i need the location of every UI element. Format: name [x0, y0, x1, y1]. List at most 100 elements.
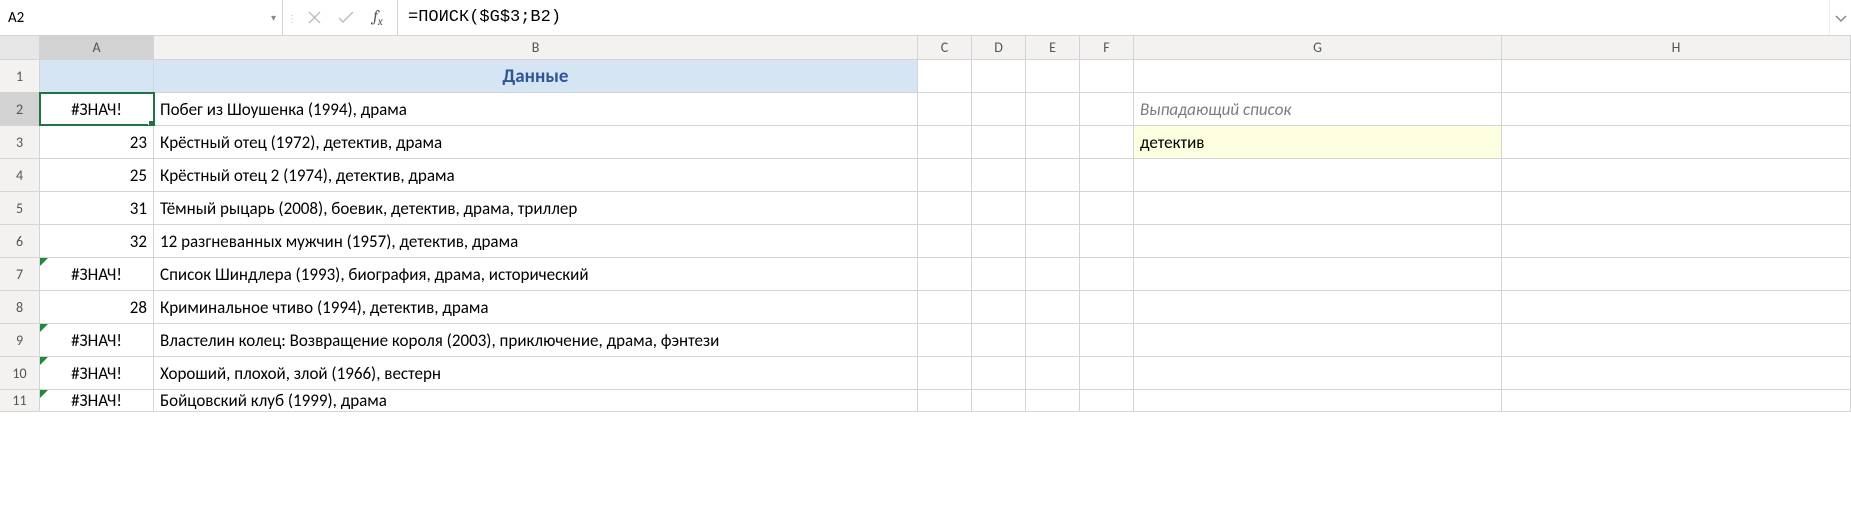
cell-B11[interactable]: Бойцовский клуб (1999), драма — [154, 390, 918, 411]
row-header[interactable]: 7 — [0, 258, 40, 290]
cell-A10[interactable]: #ЗНАЧ! — [40, 357, 154, 389]
col-header-D[interactable]: D — [972, 36, 1026, 59]
cell-C7[interactable] — [918, 258, 972, 290]
row-header[interactable]: 1 — [0, 60, 40, 92]
cell-H3[interactable] — [1502, 126, 1851, 158]
cell-B3[interactable]: Крёстный отец (1972), детектив, драма — [154, 126, 918, 158]
cell-F7[interactable] — [1080, 258, 1134, 290]
cell-C2[interactable] — [918, 93, 972, 125]
row-header[interactable]: 11 — [0, 390, 40, 411]
cell-A5[interactable]: 31 — [40, 192, 154, 224]
cell-C4[interactable] — [918, 159, 972, 191]
col-header-H[interactable]: H — [1502, 36, 1851, 59]
cell-D4[interactable] — [972, 159, 1026, 191]
row-header[interactable]: 5 — [0, 192, 40, 224]
row-header[interactable]: 10 — [0, 357, 40, 389]
name-box-dropdown-icon[interactable]: ▾ — [271, 11, 276, 24]
row-header[interactable]: 9 — [0, 324, 40, 356]
col-header-A[interactable]: A — [40, 36, 154, 59]
cell-H5[interactable] — [1502, 192, 1851, 224]
cell-C3[interactable] — [918, 126, 972, 158]
cell-G2[interactable]: Выпадающий список — [1134, 93, 1502, 125]
row-header[interactable]: 8 — [0, 291, 40, 323]
col-header-F[interactable]: F — [1080, 36, 1134, 59]
expand-formula-bar-button[interactable] — [1829, 0, 1851, 35]
cell-D9[interactable] — [972, 324, 1026, 356]
cell-H7[interactable] — [1502, 258, 1851, 290]
cell-G9[interactable] — [1134, 324, 1502, 356]
cell-C1[interactable] — [918, 60, 972, 92]
cell-A6[interactable]: 32 — [40, 225, 154, 257]
cell-E7[interactable] — [1026, 258, 1080, 290]
cell-B6[interactable]: 12 разгневанных мужчин (1957), детектив,… — [154, 225, 918, 257]
cell-G5[interactable] — [1134, 192, 1502, 224]
cell-D8[interactable] — [972, 291, 1026, 323]
cell-D2[interactable] — [972, 93, 1026, 125]
cell-H8[interactable] — [1502, 291, 1851, 323]
cell-B9[interactable]: Властелин колец: Возвращение короля (200… — [154, 324, 918, 356]
cell-F9[interactable] — [1080, 324, 1134, 356]
cell-C9[interactable] — [918, 324, 972, 356]
insert-function-button[interactable]: fx — [363, 5, 393, 31]
cell-F1[interactable] — [1080, 60, 1134, 92]
name-box-input[interactable] — [8, 9, 274, 27]
cell-E2[interactable] — [1026, 93, 1080, 125]
cell-H2[interactable] — [1502, 93, 1851, 125]
cell-G11[interactable] — [1134, 390, 1502, 411]
cell-H9[interactable] — [1502, 324, 1851, 356]
cell-G8[interactable] — [1134, 291, 1502, 323]
cell-F10[interactable] — [1080, 357, 1134, 389]
cell-H4[interactable] — [1502, 159, 1851, 191]
cell-E5[interactable] — [1026, 192, 1080, 224]
cell-F3[interactable] — [1080, 126, 1134, 158]
cell-E9[interactable] — [1026, 324, 1080, 356]
cell-B10[interactable]: Хороший, плохой, злой (1966), вестерн — [154, 357, 918, 389]
cell-F5[interactable] — [1080, 192, 1134, 224]
cell-B8[interactable]: Криминальное чтиво (1994), детектив, дра… — [154, 291, 918, 323]
cell-G3[interactable]: детектив — [1134, 126, 1502, 158]
cell-G10[interactable] — [1134, 357, 1502, 389]
cell-H10[interactable] — [1502, 357, 1851, 389]
col-header-C[interactable]: C — [918, 36, 972, 59]
cell-F8[interactable] — [1080, 291, 1134, 323]
cell-H11[interactable] — [1502, 390, 1851, 411]
cell-A8[interactable]: 28 — [40, 291, 154, 323]
cell-D6[interactable] — [972, 225, 1026, 257]
cell-F6[interactable] — [1080, 225, 1134, 257]
cell-B7[interactable]: Список Шиндлера (1993), биография, драма… — [154, 258, 918, 290]
row-header[interactable]: 6 — [0, 225, 40, 257]
cell-B2[interactable]: Побег из Шоушенка (1994), драма — [154, 93, 918, 125]
cell-E11[interactable] — [1026, 390, 1080, 411]
name-box[interactable]: ▾ — [0, 0, 283, 35]
cell-C8[interactable] — [918, 291, 972, 323]
cell-A3[interactable]: 23 — [40, 126, 154, 158]
col-header-E[interactable]: E — [1026, 36, 1080, 59]
cell-E6[interactable] — [1026, 225, 1080, 257]
cell-F4[interactable] — [1080, 159, 1134, 191]
cell-C11[interactable] — [918, 390, 972, 411]
cell-G1[interactable] — [1134, 60, 1502, 92]
cell-E10[interactable] — [1026, 357, 1080, 389]
cell-D11[interactable] — [972, 390, 1026, 411]
cell-H6[interactable] — [1502, 225, 1851, 257]
col-header-B[interactable]: B — [154, 36, 918, 59]
enter-button[interactable] — [331, 5, 361, 31]
row-header[interactable]: 4 — [0, 159, 40, 191]
row-header[interactable]: 2 — [0, 93, 40, 125]
formula-input[interactable] — [398, 0, 1829, 35]
cell-G6[interactable] — [1134, 225, 1502, 257]
cancel-button[interactable] — [299, 5, 329, 31]
cell-D3[interactable] — [972, 126, 1026, 158]
cell-E4[interactable] — [1026, 159, 1080, 191]
col-header-G[interactable]: G — [1134, 36, 1502, 59]
cell-E1[interactable] — [1026, 60, 1080, 92]
cell-D1[interactable] — [972, 60, 1026, 92]
cell-F11[interactable] — [1080, 390, 1134, 411]
cell-G4[interactable] — [1134, 159, 1502, 191]
cell-B5[interactable]: Тёмный рыцарь (2008), боевик, детектив, … — [154, 192, 918, 224]
cell-E8[interactable] — [1026, 291, 1080, 323]
cell-G7[interactable] — [1134, 258, 1502, 290]
cell-C5[interactable] — [918, 192, 972, 224]
cell-H1[interactable] — [1502, 60, 1851, 92]
cell-D10[interactable] — [972, 357, 1026, 389]
